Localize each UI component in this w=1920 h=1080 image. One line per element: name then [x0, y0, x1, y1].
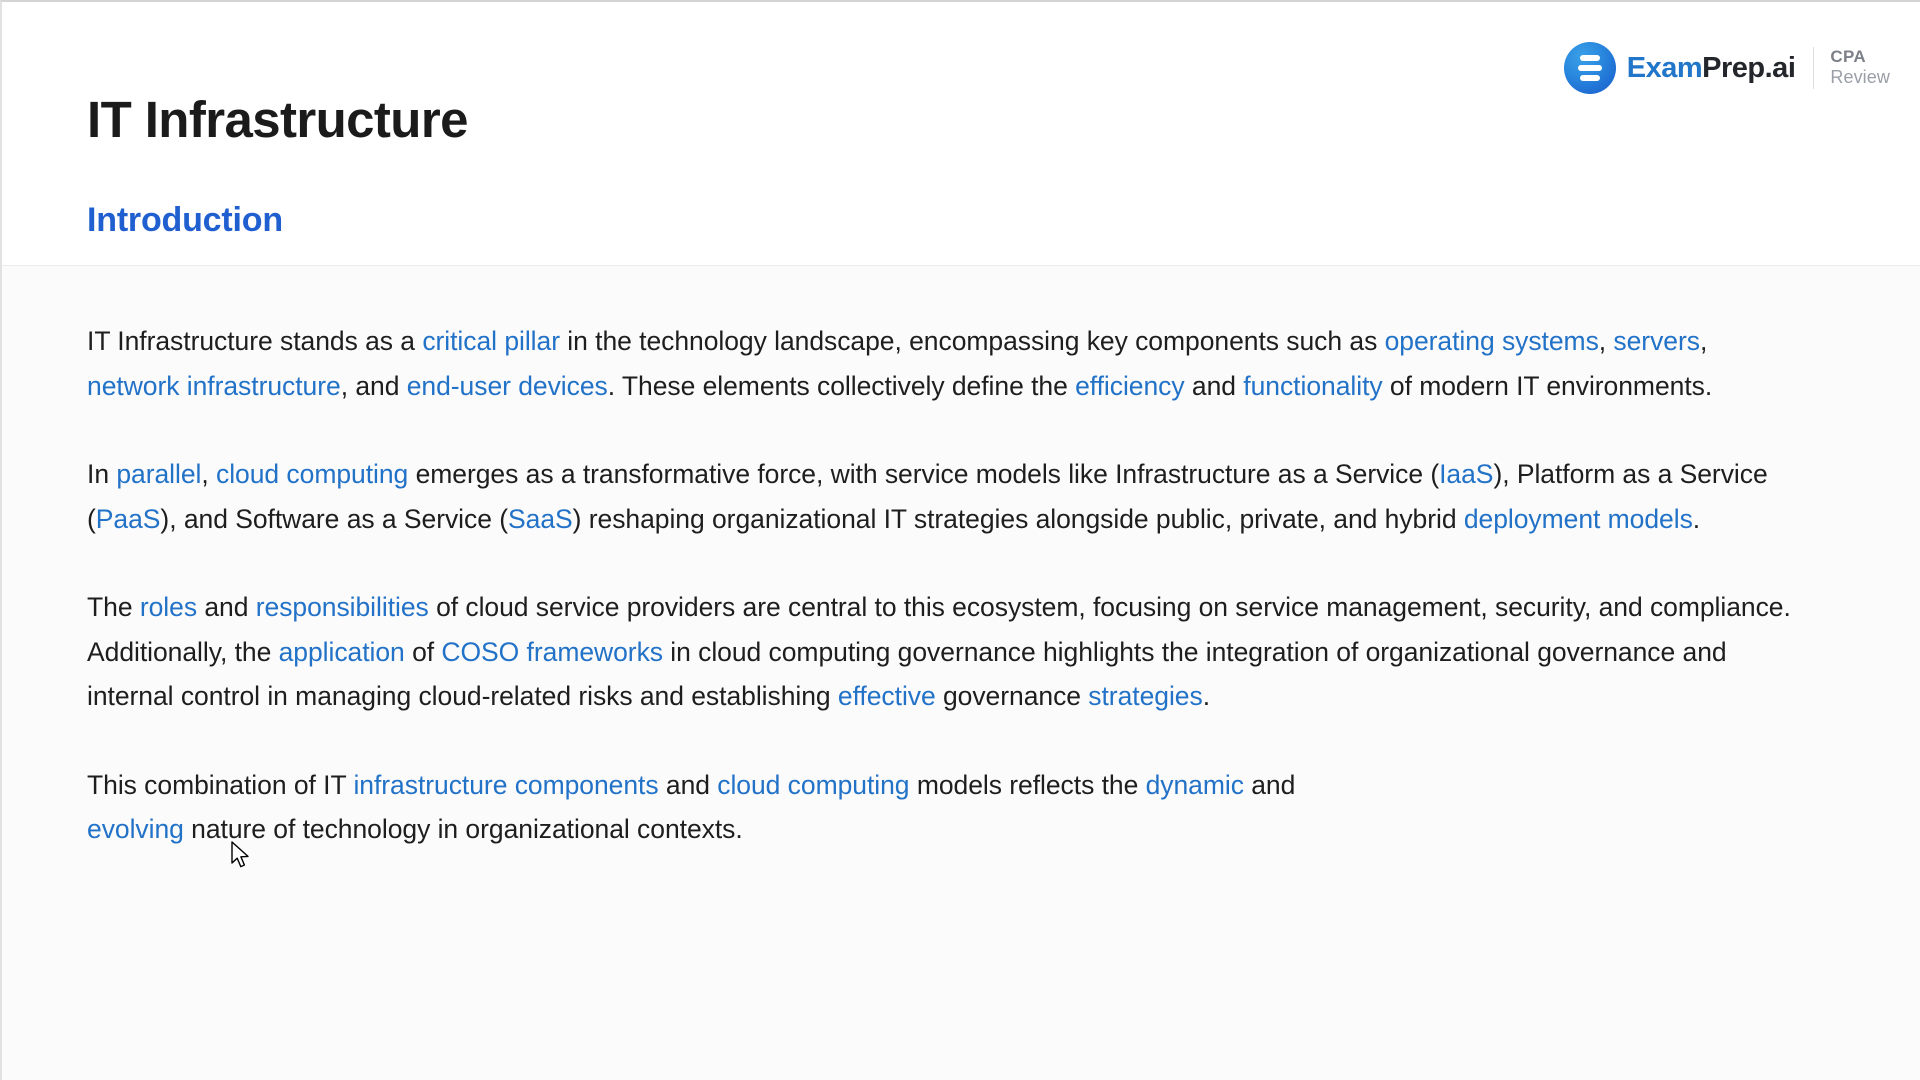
keyword-link[interactable]: cloud computing	[717, 770, 909, 800]
paragraph-text: governance	[935, 681, 1089, 711]
keyword-link[interactable]: operating systems	[1385, 326, 1599, 356]
paragraph-text: emerges as a transformative force, with …	[408, 459, 1440, 489]
paragraph-text: The	[87, 592, 140, 622]
paragraph-text: ), and Software as a Service (	[160, 503, 508, 534]
keyword-link[interactable]: deployment models	[1464, 504, 1693, 534]
logo-bar-bottom	[1579, 75, 1600, 81]
paragraph-text: and	[1184, 370, 1244, 401]
paragraph-text: ,	[201, 459, 217, 489]
keyword-link[interactable]: end-user devices	[407, 371, 608, 401]
article-body: IT Infrastructure stands as a critical p…	[87, 319, 1812, 852]
keyword-link[interactable]: cloud computing	[216, 459, 408, 489]
keyword-link[interactable]: network infrastructure	[87, 371, 341, 401]
keyword-link[interactable]: efficiency	[1075, 371, 1185, 401]
keyword-link[interactable]: effective	[838, 681, 936, 711]
logo-bar-middle	[1577, 65, 1602, 71]
keyword-link[interactable]: functionality	[1243, 371, 1382, 401]
page-header: IT Infrastructure Introduction ExamPrep.…	[2, 2, 1920, 266]
keyword-link[interactable]: SaaS	[508, 504, 573, 534]
keyword-link[interactable]: IaaS	[1439, 459, 1493, 489]
brand-tagline-bottom: Review	[1830, 67, 1890, 88]
paragraph-text: and	[197, 592, 256, 622]
paragraph-text: , and	[340, 370, 407, 401]
paragraph-text: .	[1202, 681, 1211, 711]
page-title: IT Infrastructure	[87, 91, 468, 149]
keyword-link[interactable]: critical pillar	[422, 326, 560, 356]
paragraph-text: . These elements collectively define the	[607, 370, 1076, 401]
keyword-link[interactable]: strategies	[1088, 681, 1202, 711]
paragraph-4: This combination of IT infrastructure co…	[87, 763, 1337, 852]
paragraph-text: IT Infrastructure stands as a	[87, 326, 423, 356]
paragraph-text: nature of technology in organizational c…	[183, 814, 743, 844]
brand-logo[interactable]: ExamPrep.ai CPA Review	[1563, 39, 1890, 97]
brand-wordmark-primary: Exam	[1626, 51, 1703, 84]
paragraph-text: ) reshaping organizational IT strategies…	[572, 503, 1464, 534]
keyword-link[interactable]: servers	[1613, 326, 1700, 356]
keyword-link[interactable]: parallel	[116, 459, 201, 489]
paragraph-text: and	[1243, 769, 1296, 800]
keyword-link[interactable]: infrastructure components	[353, 770, 658, 800]
paragraph-text: .	[1692, 503, 1701, 534]
keyword-link[interactable]: roles	[140, 592, 197, 622]
keyword-link[interactable]: responsibilities	[256, 592, 429, 622]
brand-tagline-top: CPA	[1830, 47, 1866, 67]
paragraph-text: of	[404, 636, 442, 667]
keyword-link[interactable]: evolving	[87, 814, 184, 844]
page-content: IT Infrastructure stands as a critical p…	[2, 266, 1920, 1080]
paragraph-text: ,	[1699, 326, 1708, 356]
keyword-link[interactable]: COSO frameworks	[441, 637, 663, 667]
keyword-link[interactable]: PaaS	[96, 504, 161, 534]
paragraph-text: In	[87, 459, 117, 489]
paragraph-2: In parallel, cloud computing emerges as …	[87, 452, 1805, 541]
section-heading-introduction: Introduction	[87, 201, 283, 240]
brand-tagline: CPA Review	[1830, 47, 1890, 88]
examprep-circle-bars-icon	[1563, 42, 1616, 94]
paragraph-text: and	[658, 769, 718, 800]
brand-divider	[1813, 47, 1815, 89]
paragraph-1: IT Infrastructure stands as a critical p…	[87, 319, 1805, 408]
paragraph-text: of modern IT environments.	[1382, 370, 1713, 401]
keyword-link[interactable]: dynamic	[1146, 770, 1244, 800]
paragraph-text: models reflects the	[909, 769, 1146, 800]
logo-bar-top	[1579, 55, 1600, 61]
paragraph-text: This combination of IT	[87, 769, 354, 800]
paragraph-3: The roles and responsibilities of cloud …	[87, 585, 1805, 719]
paragraph-text: ,	[1598, 326, 1614, 356]
brand-wordmark: ExamPrep.ai	[1626, 51, 1796, 84]
brand-wordmark-secondary: Prep.ai	[1702, 51, 1796, 84]
document-page: IT Infrastructure Introduction ExamPrep.…	[0, 0, 1920, 1080]
paragraph-text: in the technology landscape, encompassin…	[559, 326, 1385, 356]
keyword-link[interactable]: application	[279, 637, 405, 667]
